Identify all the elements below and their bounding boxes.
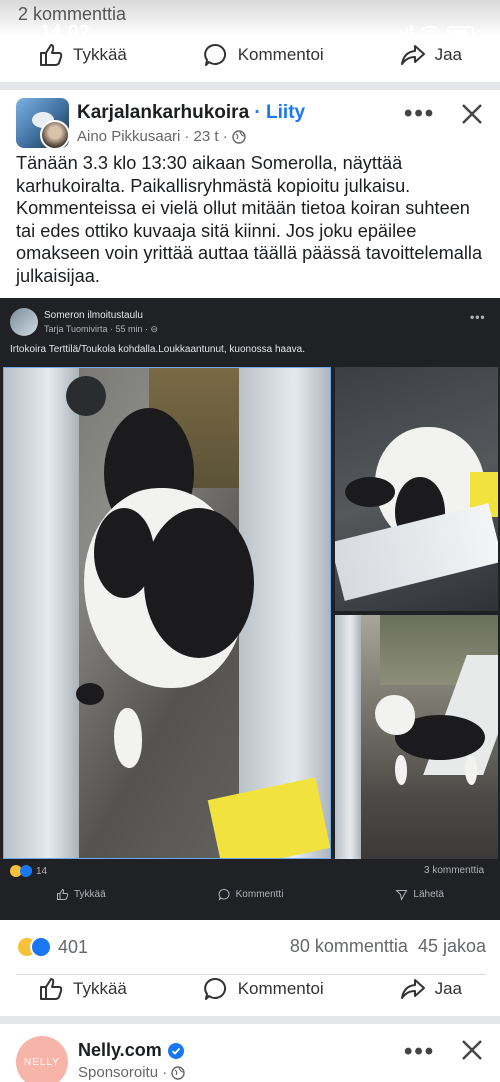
post-title: Karjalankarhukoira · Liity bbox=[77, 102, 305, 124]
comments-shares: 80 kommenttia 45 jakoa bbox=[290, 936, 486, 957]
comment-count-link[interactable]: 80 kommenttia bbox=[290, 936, 408, 956]
reaction-count: 401 bbox=[58, 936, 89, 957]
shared-author-line: Tarja Tuomivirta · 55 min · ⊖ bbox=[44, 324, 159, 334]
shared-send: Lähetä bbox=[395, 888, 444, 901]
comment-button[interactable]: Kommentoi bbox=[203, 42, 324, 68]
dog-paw bbox=[114, 708, 142, 768]
advertiser-logo[interactable]: NELLY bbox=[16, 1036, 68, 1082]
comment-icon bbox=[203, 43, 226, 66]
shared-send-label: Lähetä bbox=[413, 888, 444, 900]
like-react-icon bbox=[20, 865, 32, 877]
dog-nose bbox=[76, 683, 104, 705]
verified-badge-icon bbox=[167, 1042, 184, 1059]
previous-post-footer: 2 kommenttia 14.02 Tykkää Kommentoi Jaa bbox=[0, 0, 500, 82]
reactions-summary[interactable]: 401 bbox=[16, 936, 88, 958]
thumbs-up-icon bbox=[40, 978, 63, 1000]
dog-leg bbox=[465, 755, 477, 785]
ad-title: Nelly.com bbox=[78, 1040, 184, 1061]
warning-sticker bbox=[207, 777, 330, 858]
shared-like: Tykkää bbox=[56, 888, 106, 901]
shared-group-avatar bbox=[10, 308, 38, 336]
share-button[interactable]: Jaa bbox=[400, 42, 462, 68]
shared-more-icon: ••• bbox=[470, 310, 486, 324]
dog-black-patch bbox=[144, 508, 254, 658]
sponsored-label[interactable]: Sponsoroitu · bbox=[78, 1064, 167, 1081]
group-name-link[interactable]: Karjalankarhukoira bbox=[77, 102, 249, 123]
author-avatar[interactable] bbox=[40, 120, 70, 150]
dog-head bbox=[375, 695, 415, 735]
share-label: Jaa bbox=[434, 979, 462, 998]
facebook-feed: 2 kommenttia 14.02 Tykkää Kommentoi Jaa … bbox=[0, 0, 500, 1082]
title-separator: · bbox=[249, 102, 267, 123]
shared-comment-label: Kommentti bbox=[235, 888, 284, 900]
comment-label: Kommentoi bbox=[237, 979, 324, 998]
post-text: Tänään 3.3 klo 13:30 aikaan Somerolla, n… bbox=[16, 153, 483, 286]
close-icon[interactable] bbox=[460, 102, 484, 126]
share-icon bbox=[400, 979, 425, 999]
globe-icon bbox=[171, 1065, 185, 1080]
shared-reactions: 14 bbox=[10, 865, 47, 877]
dog-photo-bottom-right bbox=[335, 615, 498, 859]
globe-icon bbox=[232, 129, 246, 144]
shared-screenshot-image[interactable]: Someron ilmoitustaulu Tarja Tuomivirta ·… bbox=[0, 298, 500, 920]
dog-photo-top-right bbox=[335, 367, 498, 611]
like-label: Tykkää bbox=[73, 979, 127, 998]
post-time[interactable]: · 23 t · bbox=[184, 128, 227, 145]
like-react-icon bbox=[30, 936, 52, 958]
post-card: Karjalankarhukoira · Liity Aino Pikkusaa… bbox=[0, 90, 500, 1016]
share-button[interactable]: Jaa bbox=[400, 976, 462, 1002]
dog-leg bbox=[395, 755, 407, 785]
comment-icon bbox=[203, 977, 226, 1000]
comment-button[interactable]: Kommentoi bbox=[203, 976, 324, 1002]
mirror-knob bbox=[66, 376, 106, 416]
thumbs-up-icon bbox=[56, 888, 69, 900]
join-group-link[interactable]: Liity bbox=[266, 102, 305, 123]
shared-reaction-count: 14 bbox=[36, 865, 48, 877]
ad-meta: Sponsoroitu · bbox=[78, 1064, 185, 1081]
comment-icon bbox=[218, 888, 230, 901]
post-stats: 401 80 kommenttia 45 jakoa bbox=[16, 936, 486, 960]
close-icon[interactable] bbox=[460, 1038, 484, 1062]
shared-comment-count: 3 kommenttia bbox=[424, 865, 485, 876]
previous-post-actions: Tykkää Kommentoi Jaa bbox=[0, 32, 500, 78]
post-actions: Tykkää Kommentoi Jaa bbox=[0, 966, 500, 1012]
shared-group-name: Someron ilmoitustaulu bbox=[44, 310, 143, 321]
shared-actions: Tykkää Kommentti Lähetä bbox=[0, 880, 500, 908]
post-meta: Aino Pikkusaari · 23 t · bbox=[77, 128, 246, 145]
like-label: Tykkää bbox=[73, 45, 127, 64]
send-icon bbox=[395, 889, 408, 901]
more-options-button[interactable]: ••• bbox=[404, 1038, 435, 1066]
share-label: Jaa bbox=[434, 45, 462, 64]
shared-like-label: Tykkää bbox=[73, 888, 106, 900]
more-options-button[interactable]: ••• bbox=[404, 100, 435, 128]
dog-black-patch bbox=[94, 508, 154, 598]
dog-ear bbox=[345, 477, 395, 507]
post-header: Karjalankarhukoira · Liity Aino Pikkusaa… bbox=[16, 98, 486, 150]
dog-photo-main bbox=[3, 367, 331, 859]
advertiser-name-link[interactable]: Nelly.com bbox=[78, 1040, 162, 1061]
comment-label: Kommentoi bbox=[237, 45, 324, 64]
shared-comment: Kommentti bbox=[218, 888, 284, 901]
share-icon bbox=[400, 45, 425, 65]
like-button[interactable]: Tykkää bbox=[38, 42, 127, 68]
car-door bbox=[4, 368, 79, 858]
author-name-link[interactable]: Aino Pikkusaari bbox=[77, 128, 180, 145]
thumbs-up-icon bbox=[40, 44, 63, 66]
shared-post-text: Irtokoira Terttilä/Toukola kohdalla.Louk… bbox=[10, 344, 306, 355]
car-door bbox=[335, 615, 361, 859]
like-button[interactable]: Tykkää bbox=[38, 976, 127, 1002]
sponsored-post-card: NELLY Nelly.com Sponsoroitu · ••• bbox=[0, 1024, 500, 1082]
share-count-link[interactable]: 45 jakoa bbox=[418, 936, 486, 956]
